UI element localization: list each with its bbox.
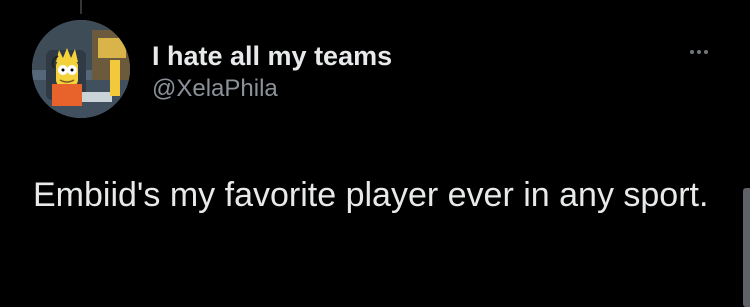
more-options-icon[interactable]	[683, 44, 715, 60]
scrollbar[interactable]	[743, 188, 750, 307]
more-dot	[704, 50, 708, 54]
user-handle[interactable]: @XelaPhila	[152, 74, 392, 104]
avatar[interactable]	[32, 20, 130, 118]
more-dot	[690, 50, 694, 54]
tweet-header: I hate all my teams @XelaPhila	[152, 40, 392, 104]
tweet[interactable]: I hate all my teams @XelaPhila Embiid's …	[0, 0, 750, 307]
display-name[interactable]: I hate all my teams	[152, 40, 392, 72]
avatar-image	[32, 20, 130, 118]
thread-connector-line	[80, 0, 82, 14]
tweet-text: Embiid's my favorite player ever in any …	[33, 176, 709, 214]
more-dot	[697, 50, 701, 54]
